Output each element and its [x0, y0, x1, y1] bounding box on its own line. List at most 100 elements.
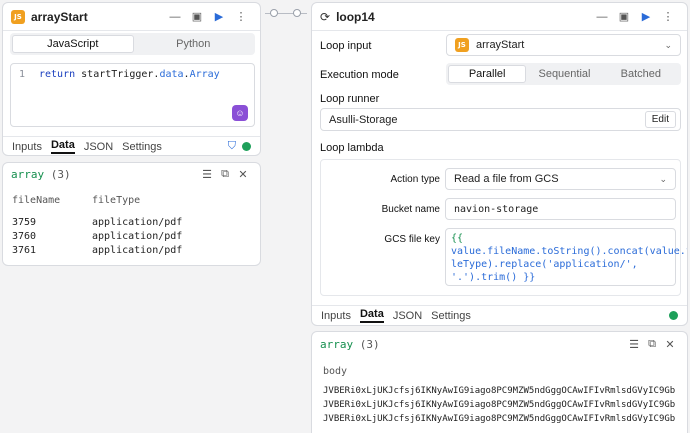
code-line: {{ [451, 233, 464, 244]
output-type: array [11, 167, 45, 181]
chevron-down-icon: ⌄ [664, 39, 672, 50]
minimize-icon[interactable]: — [591, 11, 613, 23]
loop-runner-field[interactable]: Asulli-Storage Edit [320, 108, 681, 131]
code-prop: Array [189, 69, 220, 80]
mode-parallel[interactable]: Parallel [448, 65, 527, 83]
tab-json[interactable]: JSON [393, 310, 422, 322]
minimize-icon[interactable]: — [164, 11, 186, 23]
mode-sequential[interactable]: Sequential [526, 65, 602, 83]
output-table: body JVBERi0xLjUKJcfsj6IKNyAwIG9iago8PC9… [312, 356, 687, 426]
output-count: (3) [359, 337, 380, 351]
tab-data[interactable]: Data [50, 139, 75, 154]
node-title[interactable]: arrayStart [31, 10, 164, 24]
tab-data[interactable]: Data [359, 308, 384, 323]
filter-icon[interactable]: ☰ [625, 338, 643, 351]
column-header: fileName [12, 194, 61, 206]
execution-mode-toggle: Parallel Sequential Batched [446, 63, 681, 85]
array-start-node[interactable]: JS arrayStart — ▣ ▶ ⋮ JavaScript Python … [2, 2, 261, 156]
mode-batched[interactable]: Batched [603, 65, 679, 83]
tab-json[interactable]: JSON [84, 141, 113, 153]
code-line: return startTrigger.data.Array [33, 69, 220, 80]
loop-output: array (3) ☰ ⧉ ✕ body JVBERi0xLjUKJcfsj6I… [311, 331, 688, 433]
edit-button[interactable]: Edit [644, 111, 676, 128]
panel-toggle-icon[interactable]: ▣ [613, 10, 635, 23]
output-count: (3) [50, 167, 71, 181]
shield-icon[interactable]: ⛉ [228, 140, 236, 153]
output-type: array [320, 337, 354, 351]
code-keyword: return [39, 69, 76, 80]
chevron-down-icon: ⌄ [659, 173, 667, 184]
tab-inputs[interactable]: Inputs [321, 310, 351, 322]
copy-icon[interactable]: ⧉ [216, 168, 234, 181]
cell: JVBERi0xLjUKJcfsj6IKNyAwIG9iago8PC9MZW5n… [323, 400, 676, 410]
status-check-icon [669, 311, 678, 320]
connector-handle-left[interactable] [270, 9, 278, 17]
array-start-output: array (3) ☰ ⧉ ✕ fileName fileType 3759 a… [2, 162, 261, 266]
table-row: JVBERi0xLjUKJcfsj6IKNyAwIG9iago8PC9MZW5n… [323, 398, 676, 412]
more-icon[interactable]: ⋮ [230, 10, 252, 23]
run-icon[interactable]: ▶ [208, 10, 230, 23]
table-row: 3760 application/pdf [12, 229, 251, 243]
cell: 3761 [12, 244, 37, 256]
table-row: 3759 application/pdf [12, 215, 251, 229]
filter-icon[interactable]: ☰ [198, 168, 216, 181]
javascript-icon: JS [11, 9, 25, 24]
column-header: body [323, 365, 348, 377]
cell: JVBERi0xLjUKJcfsj6IKNyAwIG9iago8PC9MZW5n… [323, 386, 676, 396]
loop-runner-label: Loop runner [320, 93, 380, 105]
loop-lambda-box: Action type Read a file from GCS ⌄ Bucke… [320, 159, 688, 296]
table-header: body [323, 364, 676, 378]
copy-icon[interactable]: ⧉ [643, 338, 661, 351]
loop-input-select[interactable]: JS arrayStart ⌄ [446, 34, 681, 56]
output-header: array (3) ☰ ⧉ ✕ [312, 332, 687, 356]
javascript-icon: JS [455, 38, 469, 52]
line-number: 1 [18, 69, 26, 80]
execution-mode-label: Execution mode [320, 69, 399, 81]
status-check-icon [242, 142, 251, 151]
node-bottom-tabs: Inputs Data JSON Settings [312, 305, 687, 325]
gcs-file-key-label: GCS file key [384, 234, 440, 245]
tab-settings[interactable]: Settings [122, 141, 162, 153]
panel-toggle-icon[interactable]: ▣ [186, 10, 208, 23]
tab-javascript[interactable]: JavaScript [12, 35, 134, 53]
code-editor[interactable]: 1 return startTrigger.data.Array ☺ [10, 63, 255, 127]
close-icon[interactable]: ✕ [661, 338, 679, 351]
cell: JVBERi0xLjUKJcfsj6IKNyAwIG9iago8PC9MZW5n… [323, 414, 676, 424]
loop-node[interactable]: ⟳ loop14 — ▣ ▶ ⋮ Loop input JS arrayStar… [311, 2, 688, 326]
output-table: fileName fileType 3759 application/pdf 3… [3, 185, 260, 257]
node-title[interactable]: loop14 [336, 10, 591, 24]
cell: application/pdf [92, 244, 183, 256]
cell: 3760 [12, 230, 37, 242]
language-toggle: JavaScript Python [10, 33, 255, 55]
output-header: array (3) ☰ ⧉ ✕ [3, 163, 260, 185]
code-line: value.fileName.toString().concat(value.f… [451, 246, 688, 257]
code-line: leType).replace('application/', [451, 259, 638, 270]
tab-settings[interactable]: Settings [431, 310, 471, 322]
node-bottom-tabs: Inputs Data JSON Settings ⛉ [3, 136, 260, 155]
more-icon[interactable]: ⋮ [657, 10, 679, 23]
table-row: JVBERi0xLjUKJcfsj6IKNyAwIG9iago8PC9MZW5n… [323, 384, 676, 398]
cell: 3759 [12, 216, 37, 228]
connector-handle-right[interactable] [293, 9, 301, 17]
action-type-value: Read a file from GCS [454, 173, 559, 185]
loop-input-label: Loop input [320, 40, 372, 52]
bucket-name-value: navion-storage [454, 203, 539, 215]
cell: application/pdf [92, 216, 183, 228]
loop-lambda-label: Loop lambda [320, 142, 384, 154]
table-row: JVBERi0xLjUKJcfsj6IKNyAwIG9iago8PC9MZW5n… [323, 412, 676, 426]
cell: application/pdf [92, 230, 183, 242]
table-header: fileName fileType [12, 193, 251, 207]
close-icon[interactable]: ✕ [234, 168, 252, 181]
code-prop: data [159, 69, 184, 80]
node-header: JS arrayStart — ▣ ▶ ⋮ [3, 3, 260, 31]
tab-python[interactable]: Python [134, 35, 254, 53]
gcs-file-key-input[interactable]: {{ value.fileName.toString().concat(valu… [445, 228, 688, 286]
ai-assistant-icon[interactable]: ☺ [232, 105, 248, 121]
run-icon[interactable]: ▶ [635, 10, 657, 23]
tab-inputs[interactable]: Inputs [12, 141, 42, 153]
action-type-select[interactable]: Read a file from GCS ⌄ [445, 168, 676, 190]
bucket-name-input[interactable]: navion-storage [445, 198, 676, 220]
loop-input-value: arrayStart [476, 39, 525, 51]
node-header: ⟳ loop14 — ▣ ▶ ⋮ [312, 3, 687, 31]
table-row: 3761 application/pdf [12, 243, 251, 257]
